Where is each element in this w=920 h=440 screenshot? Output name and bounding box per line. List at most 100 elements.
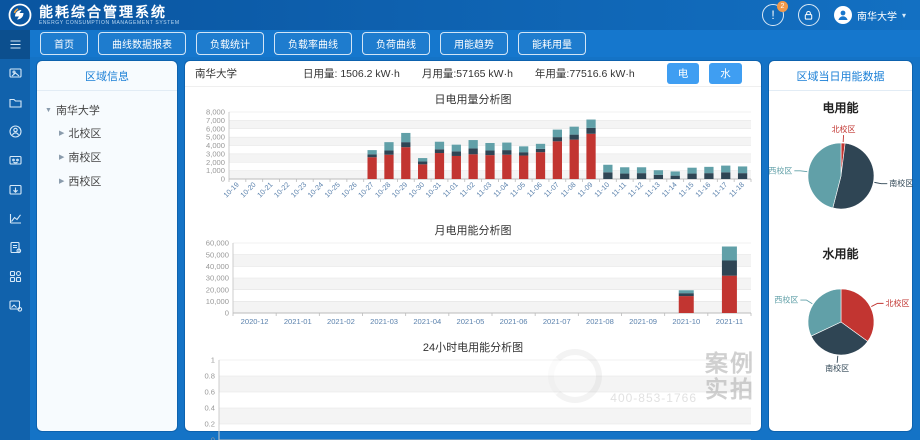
tab-curve-data-report[interactable]: 曲线数据报表 — [98, 32, 186, 55]
svg-text:10-28: 10-28 — [373, 180, 392, 199]
svg-text:2021-07: 2021-07 — [543, 317, 571, 326]
svg-text:11-18: 11-18 — [727, 180, 746, 199]
svg-text:1: 1 — [211, 356, 215, 365]
sidebar-icon-folder[interactable] — [0, 88, 30, 117]
svg-text:60,000: 60,000 — [206, 239, 229, 248]
svg-text:2021-03: 2021-03 — [370, 317, 398, 326]
tree-node-west-campus[interactable]: ▶ 西校区 — [43, 169, 171, 193]
sidebar-icon-presentation[interactable] — [0, 146, 30, 175]
svg-text:0.2: 0.2 — [204, 420, 215, 429]
yearly-usage-stat: 年用量:77516.6 kW·h — [535, 66, 635, 81]
svg-text:11-11: 11-11 — [610, 180, 629, 199]
right-panel-title: 区域当日用能数据 — [769, 61, 912, 91]
sidebar-icon-user-circle[interactable] — [0, 117, 30, 146]
caret-right-icon: ▶ — [59, 153, 64, 161]
stats-row: 南华大学 日用量: 1506.2 kW·h 月用量:57165 kW·h 年用量… — [185, 61, 761, 87]
svg-text:10-24: 10-24 — [306, 180, 325, 199]
svg-text:10-29: 10-29 — [390, 180, 409, 199]
svg-text:西校区: 西校区 — [774, 295, 798, 305]
logo-icon — [8, 3, 32, 27]
sidebar-icon-line-chart[interactable] — [0, 204, 30, 233]
svg-text:11-17: 11-17 — [710, 180, 729, 199]
svg-text:50,000: 50,000 — [206, 250, 229, 259]
svg-text:2021-10: 2021-10 — [672, 317, 700, 326]
tab-home[interactable]: 首页 — [40, 32, 88, 55]
svg-text:2021-01: 2021-01 — [284, 317, 312, 326]
svg-text:2021-05: 2021-05 — [456, 317, 484, 326]
sidebar-icon-monitor-settings[interactable] — [0, 59, 30, 88]
caret-right-icon: ▶ — [59, 177, 64, 185]
app-title: 能耗综合管理系统 — [39, 5, 180, 19]
svg-text:10-31: 10-31 — [424, 180, 443, 199]
tab-load-curve[interactable]: 负荷曲线 — [362, 32, 430, 55]
svg-text:10-26: 10-26 — [339, 180, 358, 199]
tab-energy-trend[interactable]: 用能趋势 — [440, 32, 508, 55]
svg-text:0: 0 — [221, 175, 225, 184]
svg-text:10-23: 10-23 — [289, 180, 308, 199]
svg-text:40,000: 40,000 — [206, 262, 229, 271]
svg-text:10-21: 10-21 — [255, 180, 274, 199]
svg-text:2021-08: 2021-08 — [586, 317, 614, 326]
lock-icon[interactable] — [798, 4, 820, 26]
svg-text:0.8: 0.8 — [204, 372, 215, 381]
tab-energy-consumption[interactable]: 能耗用量 — [518, 32, 586, 55]
app-logo: 能耗综合管理系统 ENERGY CONSUMPTION MANAGEMENT S… — [0, 3, 180, 27]
daily-usage-stat: 日用量: 1506.2 kW·h — [303, 66, 400, 81]
electric-button[interactable]: 电 — [667, 63, 700, 84]
svg-text:2020-12: 2020-12 — [241, 317, 269, 326]
region-tree-panel: 区域信息 ▼ 南华大学 ▶ 北校区 ▶ 南校区 ▶ 西校区 — [36, 60, 178, 432]
monthly-usage-stat: 月用量:57165 kW·h — [422, 66, 513, 81]
tree-root-label: 南华大学 — [56, 102, 100, 118]
svg-text:11-09: 11-09 — [575, 180, 594, 199]
water-button[interactable]: 水 — [709, 63, 742, 84]
svg-text:南校区: 南校区 — [825, 363, 849, 373]
svg-text:10-30: 10-30 — [407, 180, 426, 199]
svg-text:2021-06: 2021-06 — [500, 317, 528, 326]
svg-text:0: 0 — [211, 436, 215, 440]
svg-text:10-22: 10-22 — [272, 180, 291, 199]
water-pie-title: 水用能 — [769, 245, 912, 262]
app-subtitle: ENERGY CONSUMPTION MANAGEMENT SYSTEM — [39, 21, 180, 26]
water-usage-pie-chart: 北校区南校区西校区 — [769, 262, 913, 378]
daily-chart-title: 日电用量分析图 — [185, 91, 761, 107]
tree-node-north-campus[interactable]: ▶ 北校区 — [43, 121, 171, 145]
main-charts-panel: 南华大学 日用量: 1506.2 kW·h 月用量:57165 kW·h 年用量… — [184, 60, 762, 432]
tree-node-south-campus[interactable]: ▶ 南校区 — [43, 145, 171, 169]
alert-glyph: ! — [771, 8, 774, 22]
daily-energy-panel: 区域当日用能数据 电用能 北校区南校区西校区 水用能 北校区南校区西校区 — [768, 60, 913, 432]
svg-text:11-15: 11-15 — [676, 180, 695, 199]
sidebar-icon-download[interactable] — [0, 175, 30, 204]
svg-text:11-07: 11-07 — [542, 180, 561, 199]
icon-sidebar — [0, 30, 30, 440]
electric-pie-title: 电用能 — [769, 99, 912, 116]
notification-bell-icon[interactable]: ! 2 — [762, 4, 784, 26]
app-header: 能耗综合管理系统 ENERGY CONSUMPTION MANAGEMENT S… — [0, 0, 920, 30]
svg-text:11-06: 11-06 — [525, 180, 544, 199]
sidebar-icon-image-settings[interactable] — [0, 291, 30, 320]
tab-load-rate-curve[interactable]: 负载率曲线 — [274, 32, 352, 55]
svg-text:11-02: 11-02 — [458, 180, 477, 199]
sidebar-icon-report-settings[interactable] — [0, 233, 30, 262]
hourly-chart-title: 24小时电用能分析图 — [185, 339, 761, 355]
svg-text:10-25: 10-25 — [322, 180, 341, 199]
region-tree: ▼ 南华大学 ▶ 北校区 ▶ 南校区 ▶ 西校区 — [37, 91, 177, 201]
svg-text:11-04: 11-04 — [491, 180, 510, 199]
svg-text:11-12: 11-12 — [626, 180, 645, 199]
user-menu[interactable]: 南华大学 ▾ — [834, 6, 906, 24]
svg-text:11-05: 11-05 — [508, 180, 527, 199]
tab-load-statistics[interactable]: 负载统计 — [196, 32, 264, 55]
sidebar-icon-apps-grid[interactable] — [0, 262, 30, 291]
notification-badge: 2 — [777, 1, 788, 12]
svg-text:10-27: 10-27 — [356, 180, 375, 199]
svg-text:11-10: 11-10 — [592, 180, 611, 199]
caret-down-icon: ▼ — [45, 107, 52, 114]
sidebar-icon-menu[interactable] — [0, 30, 30, 59]
user-name: 南华大学 — [857, 8, 897, 23]
svg-text:2021-11: 2021-11 — [716, 317, 743, 326]
svg-text:北校区: 北校区 — [832, 124, 856, 134]
svg-text:11-16: 11-16 — [693, 180, 712, 199]
nav-tabs-row: 首页 曲线数据报表 负载统计 负载率曲线 负荷曲线 用能趋势 能耗用量 — [30, 30, 920, 57]
hourly-usage-bar-chart: 10.80.60.40.2010111213141516171819202122… — [189, 355, 759, 440]
caret-right-icon: ▶ — [59, 129, 64, 137]
tree-node-root[interactable]: ▼ 南华大学 — [43, 99, 171, 121]
